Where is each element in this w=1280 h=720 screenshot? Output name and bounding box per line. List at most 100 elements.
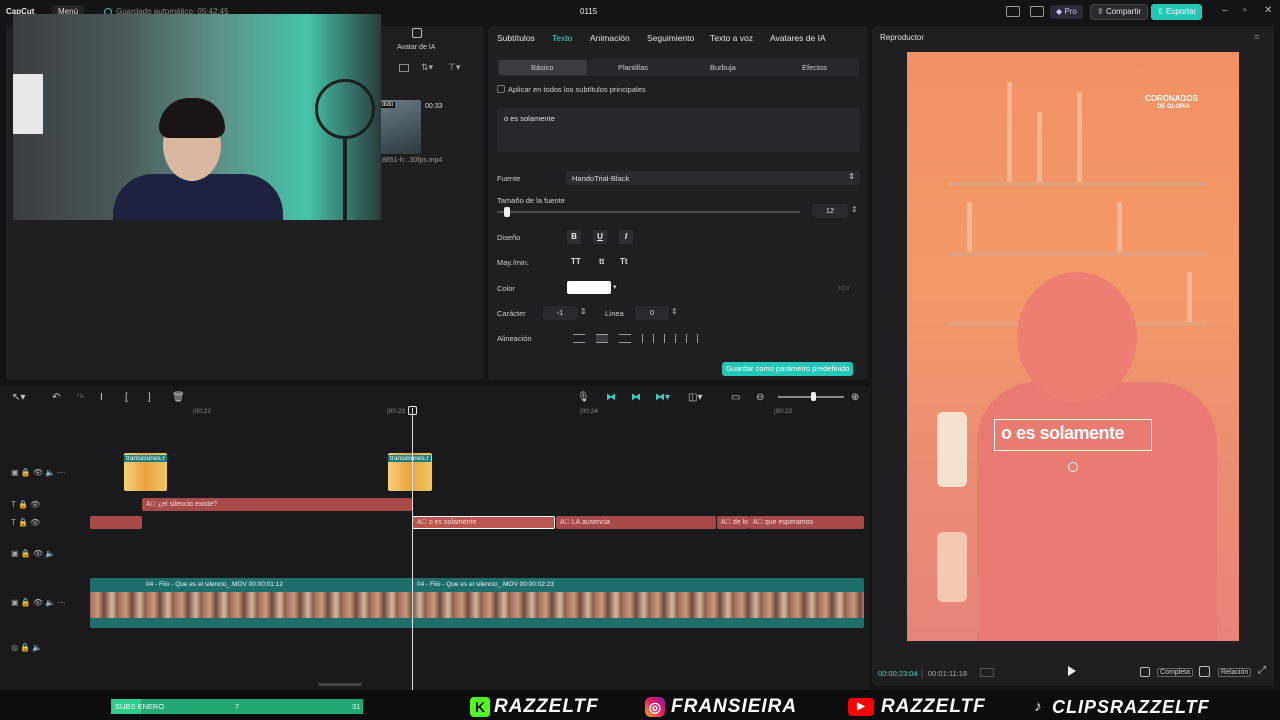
streamer-body [113, 174, 283, 220]
tab-subtitles[interactable]: Subtítulos [497, 33, 535, 43]
media-thumbnail[interactable] [380, 100, 421, 154]
subtab-templates[interactable]: Plantillas [618, 63, 648, 72]
shortcuts-icon[interactable] [1030, 6, 1044, 17]
avatar-tab-icon[interactable] [412, 28, 422, 38]
preview-axis-icon[interactable]: ◫▾ [688, 392, 702, 403]
sort-icon[interactable]: ⇅▾ [421, 62, 433, 72]
tab-tracking[interactable]: Seguimiento [647, 33, 694, 43]
uppercase-button[interactable]: TT [571, 257, 581, 266]
stepper-icon[interactable]: ⇕ [851, 205, 858, 214]
text-clip-selected[interactable]: A⃞ o es solamente [412, 516, 555, 529]
text-clip[interactable]: A⃞ LA ausencia [556, 516, 716, 529]
menu-icon[interactable]: ≡ [1254, 32, 1259, 42]
tab-text[interactable]: Texto [552, 33, 572, 43]
tab-ai-avatar[interactable]: Avatar de IA [397, 44, 435, 51]
quality-selector[interactable]: Completa [1157, 668, 1193, 677]
char-spacing-field[interactable]: -1 [543, 306, 577, 320]
grid-view-icon[interactable] [399, 64, 409, 72]
tab-animation[interactable]: Animación [590, 33, 630, 43]
microphone-icon[interactable]: 🎙 [577, 392, 590, 403]
zoom-slider-handle[interactable] [811, 392, 816, 401]
font-size-slider-handle[interactable] [504, 207, 510, 217]
bold-button[interactable]: B [567, 230, 581, 244]
grid-icon[interactable] [980, 668, 994, 677]
subtab-basic[interactable]: Básico [531, 63, 554, 72]
rotate-icon[interactable] [1068, 462, 1078, 472]
text-clip[interactable]: A⃞ ¿el silencio existe? [142, 498, 412, 511]
font-size-field[interactable]: 12 [812, 204, 848, 218]
subs-current: 7 [235, 702, 240, 711]
align-bottom-icon[interactable] [686, 334, 698, 343]
kick-icon: K [470, 697, 490, 717]
align-center-icon[interactable] [596, 334, 608, 343]
zoom-in-icon[interactable]: ⊕ [851, 392, 859, 403]
playhead-handle[interactable] [408, 406, 417, 415]
video-clip-label: 04 - Filo - Que es el silencio_.MOV 00:0… [146, 581, 283, 588]
apply-all-checkbox[interactable] [497, 85, 505, 93]
video-person-head [1017, 272, 1137, 402]
pro-button[interactable]: ◆ Pro [1050, 5, 1083, 19]
subtab-effects[interactable]: Efectos [802, 63, 827, 72]
caption-icon[interactable]: ▭ [731, 392, 740, 403]
italic-button[interactable]: I [619, 230, 633, 244]
underline-button[interactable]: U [593, 230, 607, 244]
fullscreen-icon[interactable]: ⤢ [1258, 665, 1266, 676]
zoom-out-icon[interactable]: ⊖ [756, 392, 764, 403]
font-size-slider[interactable] [497, 211, 800, 213]
split-right-icon[interactable]: ] [148, 392, 151, 403]
text-clip[interactable]: A⃞ de lo [717, 516, 749, 529]
effect-clip-label: transiciones.r [124, 455, 167, 462]
align-middle-icon[interactable] [664, 334, 676, 343]
video-preview[interactable]: CORONADOS DE GLORIA [907, 52, 1239, 641]
lowercase-button[interactable]: tt [599, 257, 604, 266]
play-icon[interactable] [1068, 666, 1076, 676]
redo-icon[interactable]: ↷ [76, 392, 84, 403]
font-size-label: Tamaño de la fuente [497, 196, 565, 205]
text-clip[interactable] [90, 516, 142, 529]
filter-icon[interactable]: ⊤▾ [448, 62, 460, 72]
link-icon[interactable]: ⧓ [606, 392, 616, 403]
save-preset-button[interactable]: Guardar como parámetro predefinido [722, 362, 854, 376]
caption-text[interactable]: o es solamente [1001, 423, 1125, 444]
text-clip[interactable]: A⃞ que esperamos [749, 516, 864, 529]
snap-icon[interactable]: ⧓▾ [655, 392, 670, 403]
aspect-ratio-selector[interactable]: Relación [1218, 668, 1252, 677]
align-right-icon[interactable] [619, 334, 631, 343]
magnet-icon[interactable]: ⧓ [631, 392, 641, 403]
minimize-icon[interactable]: – [1222, 5, 1228, 16]
color-swatch[interactable] [567, 281, 611, 294]
char-stepper-icon[interactable]: ⇕ [580, 307, 587, 316]
text-clip-label: ¿el silencio existe? [157, 501, 218, 508]
split-icon[interactable]: I [100, 392, 103, 403]
keyframe-icon[interactable]: ‹◇› [838, 283, 849, 292]
tab-ai-avatars[interactable]: Avatares de IA [770, 33, 826, 43]
titlecase-button[interactable]: Tt [620, 257, 628, 266]
shelf [947, 182, 1207, 186]
close-icon[interactable]: ✕ [1264, 5, 1272, 16]
line-spacing-field[interactable]: 0 [635, 306, 669, 320]
align-top-icon[interactable] [642, 334, 654, 343]
maximize-icon[interactable]: ▫ [1243, 5, 1247, 16]
layout-icon[interactable] [1006, 6, 1020, 17]
font-select[interactable]: HandoTrial-Black ⇕ [566, 171, 860, 185]
timeline [0, 386, 870, 690]
timeline-scrollbar[interactable] [318, 683, 362, 686]
chevron-down-icon[interactable]: ▾ [613, 283, 617, 291]
subtab-bubble[interactable]: Burbuja [710, 63, 736, 72]
line-stepper-icon[interactable]: ⇕ [671, 307, 678, 316]
screenshot-icon[interactable] [1199, 666, 1210, 677]
split-left-icon[interactable]: [ [125, 392, 128, 403]
undo-icon[interactable]: ↶ [52, 392, 60, 403]
alignment-label: Alineación [497, 334, 532, 343]
playhead[interactable] [412, 408, 413, 690]
align-left-icon[interactable] [573, 334, 585, 343]
select-tool-icon[interactable]: ↖▾ [12, 392, 25, 403]
crop-icon[interactable] [1140, 667, 1150, 677]
tab-text-to-speech[interactable]: Texto a voz [710, 33, 753, 43]
export-button[interactable]: ⇧ Exportar [1151, 4, 1203, 20]
text-input[interactable]: o es solamente [497, 108, 860, 152]
player-title: Reproductor [880, 33, 925, 42]
delete-icon[interactable]: 🗑 [172, 392, 185, 403]
share-button[interactable]: ⇪ Compartir [1090, 4, 1149, 20]
color-label: Color [497, 284, 515, 293]
